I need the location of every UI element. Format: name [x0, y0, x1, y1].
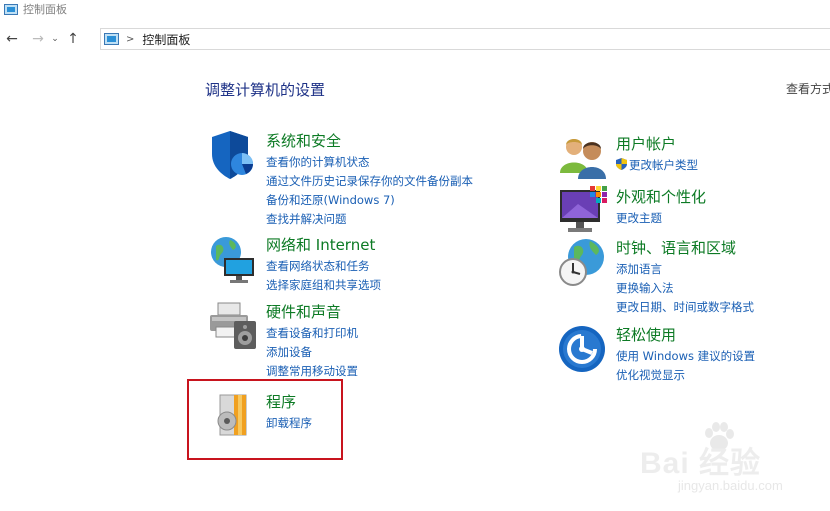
breadcrumb-separator-icon[interactable]: > — [126, 34, 134, 45]
category-title[interactable]: 外观和个性化 — [616, 186, 706, 207]
recent-locations-chevron-icon[interactable]: ⌄ — [49, 30, 61, 48]
link-devices-printers[interactable]: 查看设备和打印机 — [266, 324, 358, 343]
category-title[interactable]: 轻松使用 — [616, 324, 676, 345]
appearance-monitor-icon[interactable] — [558, 186, 608, 236]
link-change-account-type[interactable]: 更改帐户类型 — [616, 156, 698, 175]
watermark-url: jingyan.baidu.com — [678, 478, 783, 493]
link-add-device[interactable]: 添加设备 — [266, 343, 358, 362]
link-windows-recommended-settings[interactable]: 使用 Windows 建议的设置 — [616, 347, 755, 366]
link-troubleshoot[interactable]: 查找并解决问题 — [266, 210, 473, 229]
network-globe-icon[interactable] — [208, 234, 258, 284]
link-backup-restore[interactable]: 备份和还原(Windows 7) — [266, 191, 473, 210]
baidu-jingyan-watermark: Bai 经验 jingyan.baidu.com — [640, 420, 825, 505]
address-bar[interactable]: > 控制面板 — [100, 28, 830, 50]
link-file-history-backup[interactable]: 通过文件历史记录保存你的文件备份副本 — [266, 172, 473, 191]
uac-shield-icon — [616, 158, 627, 170]
users-icon[interactable] — [558, 133, 608, 183]
back-arrow-icon[interactable]: ← — [3, 30, 21, 48]
page-title: 调整计算机的设置 — [205, 81, 326, 99]
link-add-language[interactable]: 添加语言 — [616, 260, 754, 279]
up-arrow-icon[interactable]: ↑ — [64, 30, 82, 48]
link-homegroup-sharing[interactable]: 选择家庭组和共享选项 — [266, 276, 381, 295]
control-panel-icon — [4, 3, 18, 15]
forward-arrow-icon[interactable]: → — [29, 30, 47, 48]
watermark-main-text: Bai 经验 — [640, 447, 762, 480]
link-change-theme[interactable]: 更改主题 — [616, 209, 662, 228]
title-bar: 控制面板 — [0, 0, 830, 18]
navigation-bar: ← → ⌄ ↑ > 控制面板 — [0, 28, 830, 50]
link-change-date-time-format[interactable]: 更改日期、时间或数字格式 — [616, 298, 754, 317]
link-network-status[interactable]: 查看网络状态和任务 — [266, 257, 381, 276]
window-title: 控制面板 — [23, 3, 67, 16]
printer-speaker-icon[interactable] — [208, 301, 258, 351]
category-title[interactable]: 系统和安全 — [266, 130, 341, 151]
link-change-account-type-label: 更改帐户类型 — [629, 158, 698, 172]
control-panel-icon — [104, 33, 119, 45]
category-title[interactable]: 时钟、语言和区域 — [616, 237, 736, 258]
category-title[interactable]: 硬件和声音 — [266, 301, 341, 322]
programs-highlight-box — [187, 379, 343, 460]
breadcrumb-control-panel[interactable]: 控制面板 — [142, 31, 190, 48]
shield-icon[interactable] — [208, 130, 258, 180]
ease-of-access-icon[interactable] — [558, 324, 608, 374]
link-view-computer-status[interactable]: 查看你的计算机状态 — [266, 153, 473, 172]
clock-globe-icon[interactable] — [558, 237, 608, 287]
category-title[interactable]: 用户帐户 — [616, 133, 676, 154]
view-by-label: 查看方式 — [786, 82, 830, 96]
link-optimize-visual-display[interactable]: 优化视觉显示 — [616, 366, 755, 385]
category-title[interactable]: 网络和 Internet — [266, 234, 375, 255]
link-change-input-method[interactable]: 更换输入法 — [616, 279, 754, 298]
